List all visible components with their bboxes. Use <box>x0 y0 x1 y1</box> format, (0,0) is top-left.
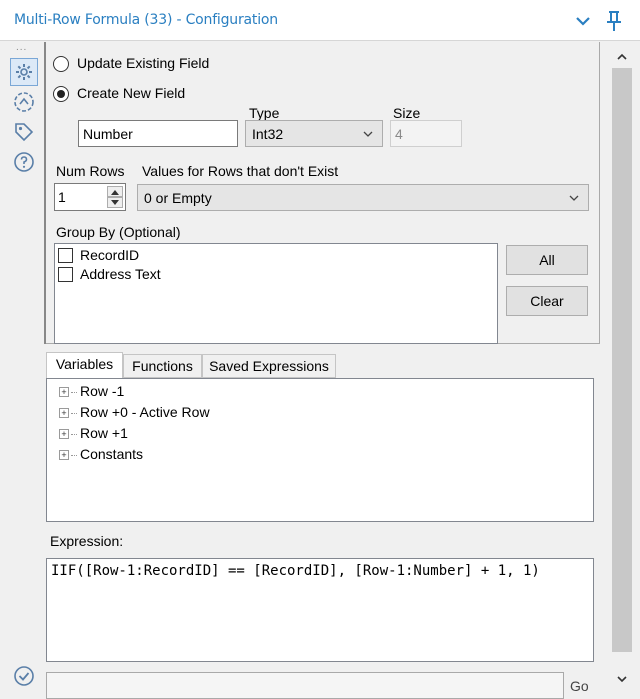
stepper-up-button[interactable] <box>107 186 123 197</box>
clear-button[interactable]: Clear <box>506 286 588 316</box>
chevron-up-icon <box>617 53 627 60</box>
type-label: Type <box>249 105 280 121</box>
configuration-tab-button[interactable] <box>10 58 38 86</box>
chevron-down-icon[interactable] <box>572 10 594 32</box>
window-title: Multi-Row Formula (33) - Configuration <box>14 12 278 28</box>
help-icon[interactable] <box>12 150 36 174</box>
tree-item-row-active[interactable]: Row +0 - Active Row <box>80 404 210 420</box>
expand-icon[interactable]: + <box>59 408 69 418</box>
create-new-label: Create New Field <box>77 85 186 101</box>
tag-icon[interactable] <box>12 120 36 144</box>
tree-connector <box>71 434 77 435</box>
field-name-input[interactable]: Number <box>78 120 238 147</box>
scroll-down-button[interactable] <box>613 672 631 686</box>
tree-item-constants[interactable]: Constants <box>80 446 143 462</box>
nonexist-select[interactable]: 0 or Empty <box>137 184 589 211</box>
scrollbar-thumb[interactable] <box>612 68 632 652</box>
chevron-down-icon <box>569 195 579 201</box>
num-rows-stepper[interactable]: 1 <box>54 183 126 211</box>
tab-saved-expressions[interactable]: Saved Expressions <box>202 354 336 378</box>
size-input: 4 <box>390 120 462 147</box>
status-box <box>46 672 564 699</box>
panel-edge <box>44 42 46 344</box>
stepper-down-button[interactable] <box>107 197 123 208</box>
group-by-item: Address Text <box>80 266 161 282</box>
gear-icon <box>16 64 32 80</box>
check-circle-icon[interactable] <box>12 664 36 688</box>
navigate-icon[interactable] <box>12 90 36 114</box>
nonexist-select-value: 0 or Empty <box>144 190 212 206</box>
size-label: Size <box>393 105 421 121</box>
group-by-checkbox-recordid[interactable] <box>58 248 73 263</box>
tree-connector <box>71 392 77 393</box>
tree-connector <box>71 455 77 456</box>
num-rows-value: 1 <box>58 189 66 205</box>
rail-more: ... <box>16 42 28 53</box>
num-rows-label: Num Rows <box>56 163 125 179</box>
tab-variables[interactable]: Variables <box>46 352 123 378</box>
create-new-radio[interactable] <box>53 86 69 102</box>
update-existing-radio[interactable] <box>53 56 69 72</box>
tree-item-row-plus-1[interactable]: Row +1 <box>80 425 128 441</box>
update-existing-label: Update Existing Field <box>77 55 210 71</box>
caret-up-icon <box>111 190 119 195</box>
type-select-value: Int32 <box>252 126 284 142</box>
expand-icon[interactable]: + <box>59 387 69 397</box>
chevron-down-icon <box>617 676 627 683</box>
expression-label: Expression: <box>50 533 124 549</box>
pin-icon[interactable] <box>602 9 626 33</box>
all-button[interactable]: All <box>506 245 588 275</box>
expand-icon[interactable]: + <box>59 450 69 460</box>
expand-icon[interactable]: + <box>59 429 69 439</box>
group-by-checkbox-address-text[interactable] <box>58 267 73 282</box>
tree-item-row-minus-1[interactable]: Row -1 <box>80 383 124 399</box>
scroll-up-button[interactable] <box>613 50 631 64</box>
expression-editor[interactable]: IIF([Row-1:RecordID] == [RecordID], [Row… <box>46 558 594 662</box>
type-select[interactable]: Int32 <box>245 120 383 147</box>
tree-connector <box>71 413 77 414</box>
tab-functions[interactable]: Functions <box>123 354 202 378</box>
group-by-label: Group By (Optional) <box>56 224 181 240</box>
caret-down-icon <box>111 200 119 205</box>
go-button[interactable]: Go <box>570 678 589 694</box>
nonexist-label: Values for Rows that don't Exist <box>142 163 339 179</box>
chevron-down-icon <box>363 131 373 137</box>
group-by-item: RecordID <box>80 247 140 263</box>
